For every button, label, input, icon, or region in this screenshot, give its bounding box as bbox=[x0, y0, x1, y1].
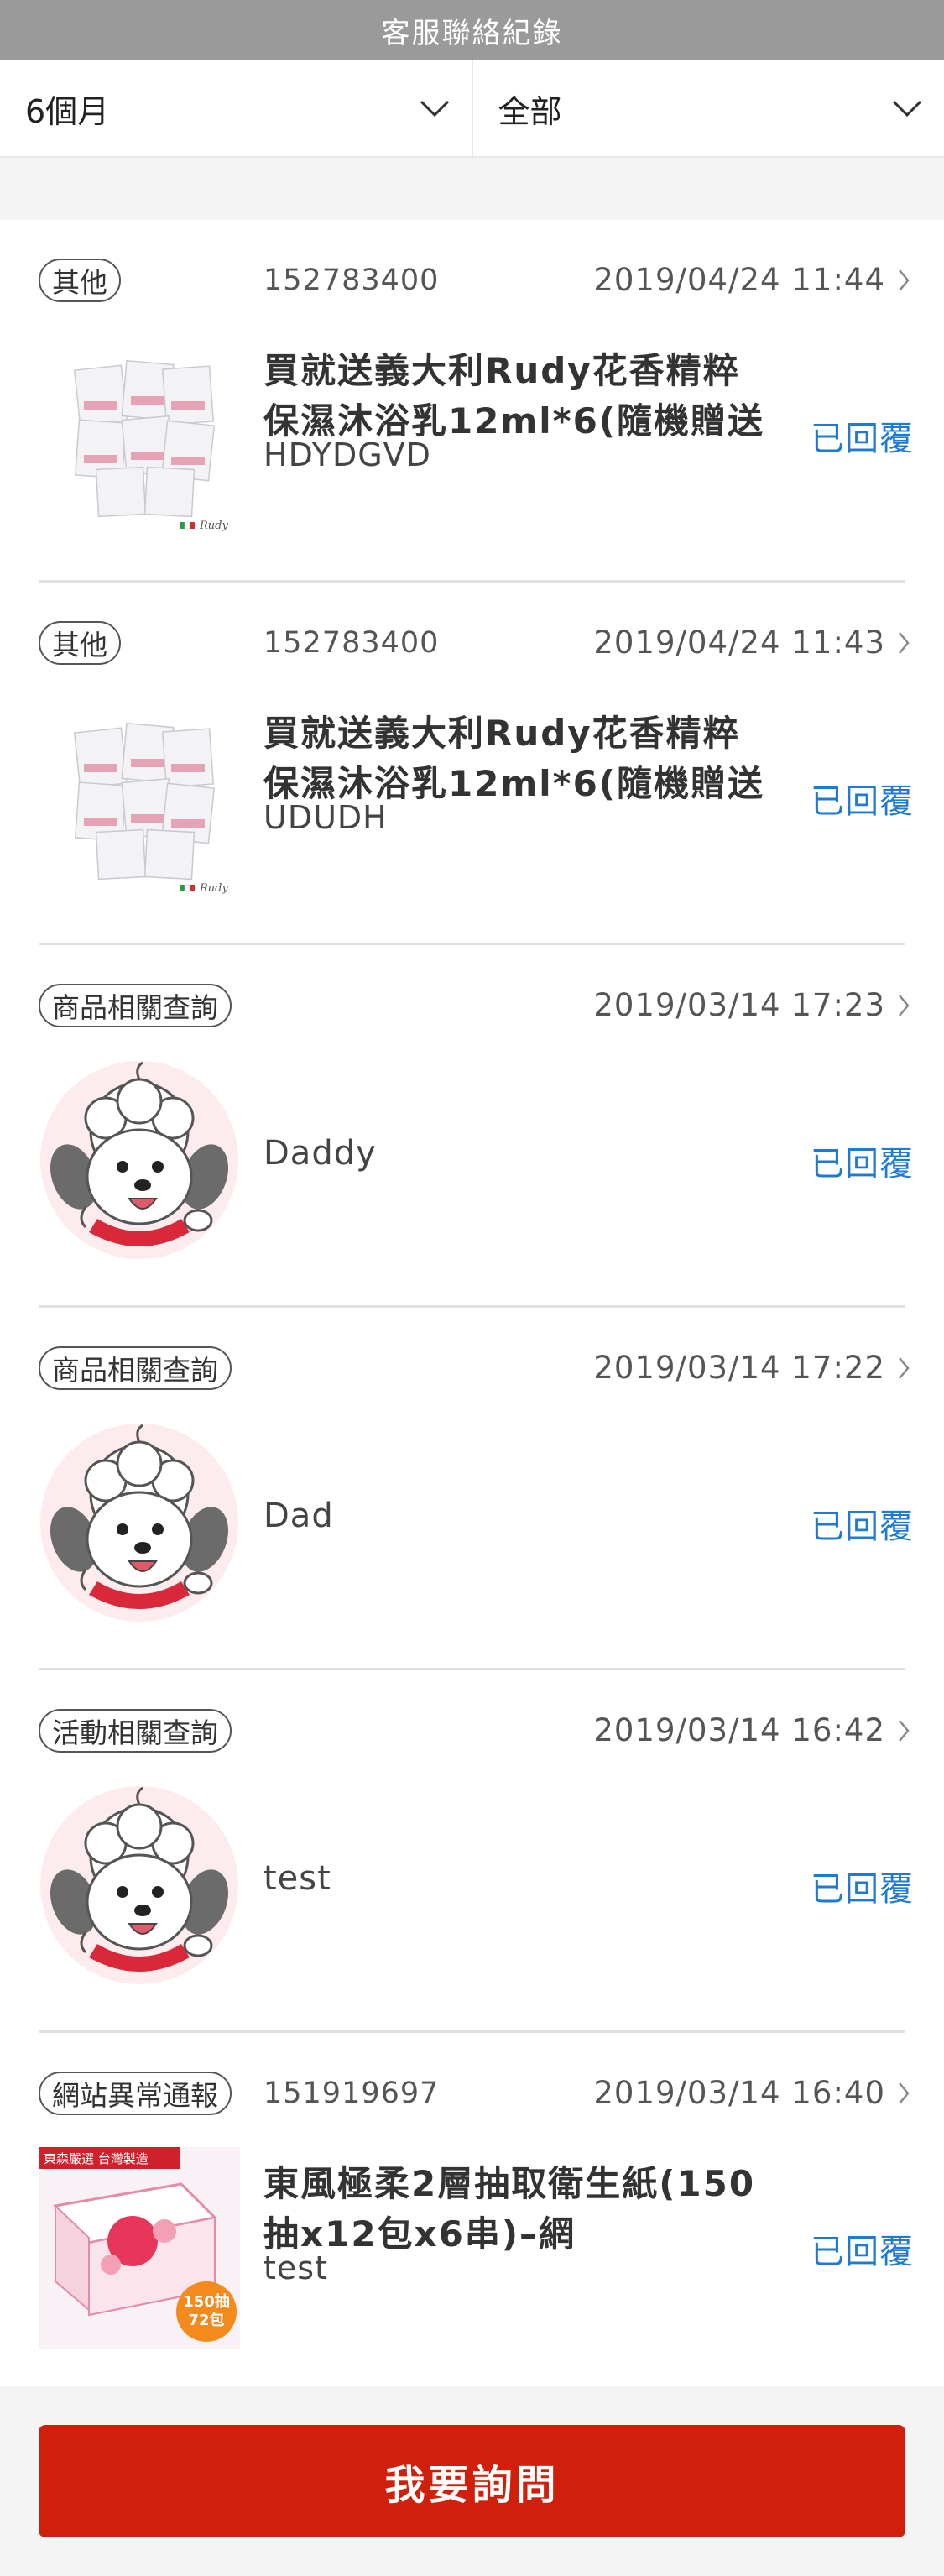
product-title: 東風極柔2層抽取衛生紙(150抽x12包x6串)–網 bbox=[263, 2163, 756, 2255]
status-label: 已回覆 bbox=[811, 420, 914, 458]
list-item[interactable]: 其他 152783400 2019/04/24 11:43 Rudy 買就送義大… bbox=[39, 583, 913, 945]
record-date-text: 2019/03/14 17:22 bbox=[593, 1350, 885, 1386]
list-item[interactable]: 商品相關查詢 2019/03/14 17:23 Daddy 已回覆 bbox=[39, 945, 913, 1308]
record-date: 2019/03/14 16:42 bbox=[593, 1712, 910, 1748]
sheep-mascot-avatar bbox=[40, 1786, 238, 1984]
ask-question-button[interactable]: 我要詢問 bbox=[39, 2425, 905, 2537]
category-badge: 商品相關查詢 bbox=[39, 984, 232, 1027]
message-text: test bbox=[263, 1859, 331, 1898]
thumbnail-badge-sheets: 150抽 bbox=[183, 2292, 230, 2311]
category-badge: 商品相關查詢 bbox=[39, 1346, 232, 1390]
record-date-text: 2019/03/14 16:40 bbox=[593, 2075, 885, 2111]
chevron-right-icon bbox=[899, 2082, 910, 2104]
ticket-number: 152783400 bbox=[263, 626, 440, 660]
status-label: 已回覆 bbox=[811, 2233, 914, 2271]
chevron-down-icon bbox=[420, 100, 449, 118]
product-thumbnail: Rudy bbox=[39, 334, 240, 536]
record-date: 2019/03/14 16:40 bbox=[593, 2075, 910, 2111]
period-dropdown[interactable]: 6個月 bbox=[0, 60, 472, 156]
category-badge: 其他 bbox=[39, 259, 121, 302]
list-item[interactable]: 商品相關查詢 2019/03/14 17:22 Dad 已回覆 bbox=[39, 1308, 913, 1670]
message-text: HDYDGVD bbox=[263, 436, 431, 473]
chevron-right-icon bbox=[899, 1719, 910, 1742]
page-title-bar: 客服聯絡紀錄 bbox=[0, 0, 944, 60]
message-text: Dad bbox=[263, 1497, 334, 1535]
thumbnail-banner: 東森嚴選 台灣製造 bbox=[44, 2151, 149, 2166]
period-dropdown-label: 6個月 bbox=[25, 92, 110, 130]
message-text: test bbox=[263, 2249, 328, 2286]
list-item[interactable]: 網站異常通報 151919697 2019/03/14 16:40 東森嚴選 台… bbox=[39, 2033, 913, 2397]
record-date-text: 2019/03/14 16:42 bbox=[593, 1712, 885, 1748]
chevron-right-icon bbox=[899, 269, 910, 291]
chevron-right-icon bbox=[899, 1356, 910, 1379]
footer-bar: 我要詢問 bbox=[0, 2386, 944, 2576]
status-label: 已回覆 bbox=[811, 1145, 914, 1183]
type-dropdown[interactable]: 全部 bbox=[471, 60, 944, 156]
list-item[interactable]: 活動相關查詢 2019/03/14 16:42 test 已回覆 bbox=[39, 1670, 913, 2033]
message-text: UDUDH bbox=[263, 799, 388, 836]
record-date: 2019/03/14 17:22 bbox=[593, 1350, 910, 1386]
record-date-text: 2019/04/24 11:44 bbox=[593, 262, 885, 298]
sheep-mascot-avatar bbox=[40, 1061, 238, 1259]
thumbnail-badge-packs: 72包 bbox=[188, 2311, 224, 2329]
record-date: 2019/04/24 11:43 bbox=[593, 624, 910, 661]
status-label: 已回覆 bbox=[811, 1870, 914, 1909]
filter-bar: 6個月 全部 bbox=[0, 60, 944, 158]
category-badge: 其他 bbox=[39, 621, 121, 665]
status-label: 已回覆 bbox=[811, 1507, 914, 1546]
list-item[interactable]: 其他 152783400 2019/04/24 11:44 Rudy 買就送義大… bbox=[39, 220, 913, 583]
thumbnail-brand: Rudy bbox=[199, 520, 228, 532]
product-thumbnail: 東森嚴選 台灣製造 150抽 72包 bbox=[39, 2147, 240, 2349]
thumbnail-brand: Rudy bbox=[199, 882, 228, 895]
message-text: Daddy bbox=[263, 1134, 377, 1173]
ticket-number: 152783400 bbox=[263, 264, 440, 297]
product-title: 買就送義大利Rudy花香精粹保濕沐浴乳12ml*6(隨機贈送 bbox=[263, 713, 764, 804]
sheep-mascot-avatar bbox=[40, 1424, 238, 1622]
status-label: 已回覆 bbox=[811, 782, 914, 821]
record-date-text: 2019/03/14 17:23 bbox=[593, 987, 885, 1023]
chevron-right-icon bbox=[899, 631, 910, 654]
product-thumbnail: Rudy bbox=[39, 697, 240, 898]
chevron-down-icon bbox=[892, 100, 922, 118]
record-date-text: 2019/04/24 11:43 bbox=[593, 624, 885, 661]
record-date: 2019/04/24 11:44 bbox=[593, 262, 910, 298]
section-gap bbox=[0, 158, 944, 220]
category-badge: 活動相關查詢 bbox=[39, 1709, 232, 1753]
contact-record-list: 其他 152783400 2019/04/24 11:44 Rudy 買就送義大… bbox=[0, 220, 944, 2397]
category-badge: 網站異常通報 bbox=[39, 2072, 232, 2115]
page-title: 客服聯絡紀錄 bbox=[381, 16, 563, 50]
product-title: 買就送義大利Rudy花香精粹保濕沐浴乳12ml*6(隨機贈送 bbox=[263, 350, 764, 442]
record-date: 2019/03/14 17:23 bbox=[593, 987, 910, 1023]
chevron-right-icon bbox=[899, 994, 910, 1016]
type-dropdown-label: 全部 bbox=[498, 92, 562, 130]
ticket-number: 151919697 bbox=[263, 2077, 440, 2110]
